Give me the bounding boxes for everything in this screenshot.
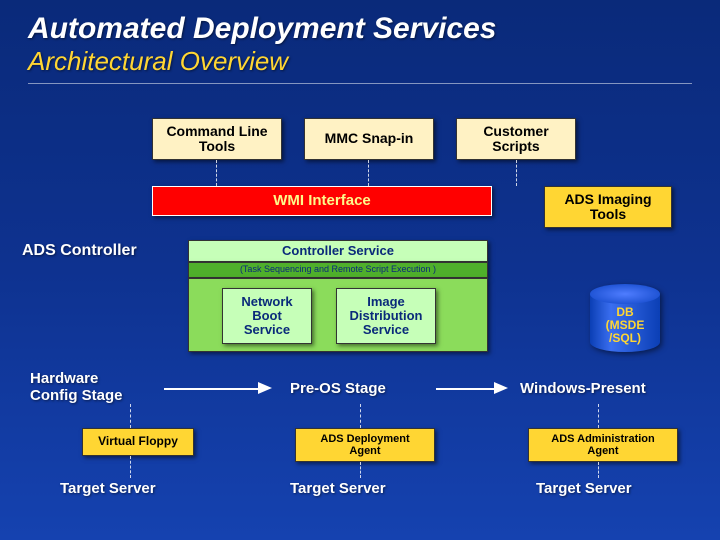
- db-cylinder: DB (MSDE /SQL): [590, 284, 660, 352]
- connector: [516, 160, 517, 186]
- box-image-distribution: Image Distribution Service: [336, 288, 436, 344]
- connector: [598, 404, 599, 428]
- label-target-server-3: Target Server: [536, 480, 632, 497]
- connector: [368, 160, 369, 186]
- connector: [216, 160, 217, 186]
- box-wmi-interface: WMI Interface: [152, 186, 492, 216]
- box-ads-admin-agent: ADS Administration Agent: [528, 428, 678, 462]
- arrow-head: [494, 382, 508, 394]
- label-target-server-1: Target Server: [60, 480, 156, 497]
- label-target-server-2: Target Server: [290, 480, 386, 497]
- box-controller-service: Controller Service: [188, 240, 488, 262]
- connector: [130, 456, 131, 478]
- divider: [28, 83, 692, 84]
- connector: [130, 404, 131, 428]
- connector: [360, 404, 361, 428]
- box-ads-deployment-agent: ADS Deployment Agent: [295, 428, 435, 462]
- page-subtitle: Architectural Overview: [0, 46, 720, 77]
- arrow-head: [258, 382, 272, 394]
- label-preos-stage: Pre-OS Stage: [290, 380, 386, 397]
- page-title: Automated Deployment Services: [0, 0, 720, 46]
- label-hw-stage: Hardware Config Stage: [30, 370, 123, 405]
- label-windows-present: Windows-Present: [520, 380, 646, 397]
- arrow: [436, 388, 496, 390]
- connector: [598, 462, 599, 478]
- box-cli-tools: Command Line Tools: [152, 118, 282, 160]
- box-mmc-snapin: MMC Snap-in: [304, 118, 434, 160]
- label-ads-controller: ADS Controller: [22, 242, 137, 260]
- arrow: [164, 388, 260, 390]
- box-network-boot: Network Boot Service: [222, 288, 312, 344]
- db-label: DB (MSDE /SQL): [590, 306, 660, 346]
- box-virtual-floppy: Virtual Floppy: [82, 428, 194, 456]
- box-ads-imaging: ADS Imaging Tools: [544, 186, 672, 228]
- box-customer-scripts: Customer Scripts: [456, 118, 576, 160]
- connector: [360, 462, 361, 478]
- box-controller-sub: (Task Sequencing and Remote Script Execu…: [188, 262, 488, 278]
